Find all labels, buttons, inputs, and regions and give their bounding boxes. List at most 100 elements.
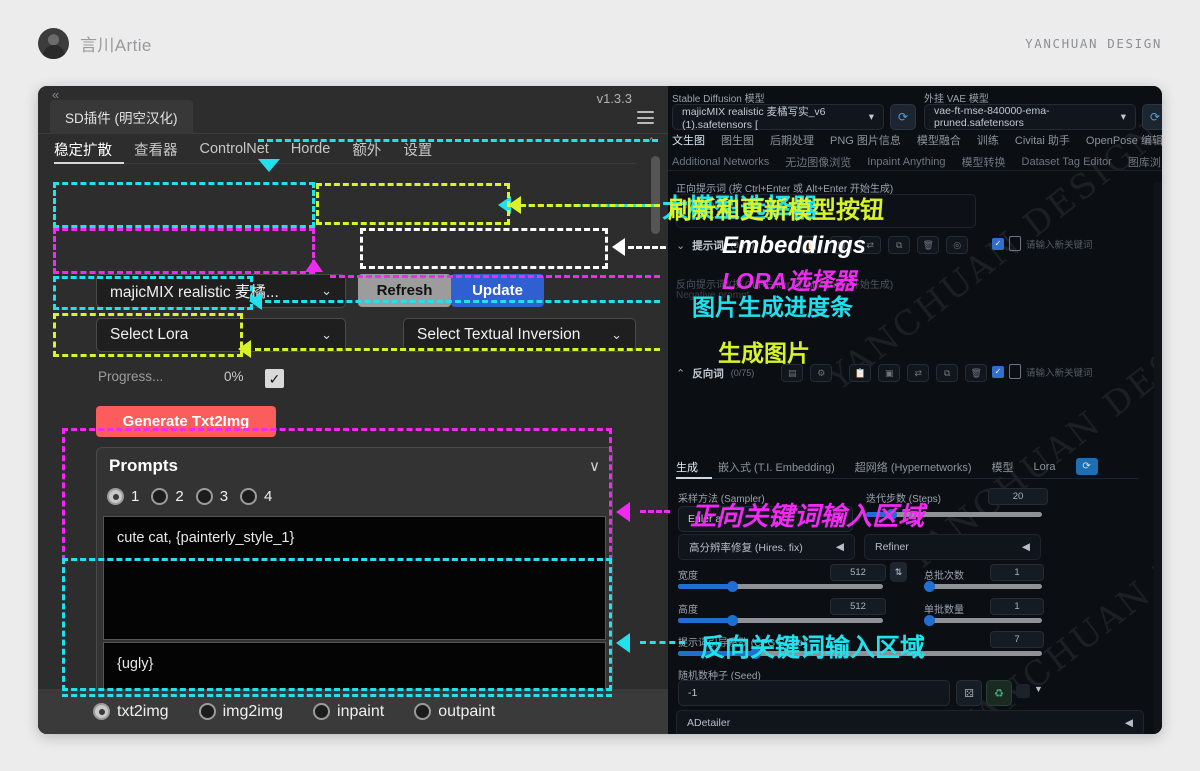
copy-icon[interactable]: ⧉ — [936, 364, 958, 382]
model-select[interactable]: majicMIX realistic 麦橘... ⌄ — [96, 274, 346, 308]
tab-img2img[interactable]: 图生图 — [721, 132, 754, 148]
chevron-left-icon: ◀ — [836, 541, 844, 553]
keyword-input-negative[interactable]: 请输入新关键词 — [1026, 365, 1093, 379]
recycle-icon[interactable]: ♻ — [986, 680, 1012, 706]
tab-civitai-helper[interactable]: Civitai 助手 — [1015, 132, 1070, 148]
keyword-checkbox[interactable]: ✓ — [992, 366, 1004, 378]
cfg-value[interactable]: 7 — [990, 631, 1044, 648]
positive-prompt-textarea[interactable]: cute cat, {painterly_style_1} — [103, 516, 606, 640]
prompt-slot-3[interactable]: 3 — [196, 488, 228, 505]
height-slider[interactable] — [678, 618, 883, 623]
tab-model-converter[interactable]: 模型转换 — [962, 154, 1006, 170]
progress-checkbox[interactable]: ✓ — [265, 369, 284, 388]
chatgpt-icon[interactable]: ◎ — [946, 236, 968, 254]
nav-item-settings[interactable]: 设置 — [403, 139, 432, 160]
mode-radio-img2img[interactable]: img2img — [199, 703, 283, 721]
steps-slider[interactable] — [866, 512, 1042, 517]
update-button[interactable]: Update — [451, 274, 544, 307]
tab-infinite-browsing[interactable]: 无边图像浏览 — [785, 154, 851, 170]
clipboard-icon[interactable]: 📋 — [801, 236, 823, 254]
panel-scrollbar[interactable] — [651, 156, 660, 234]
nav-item-horde[interactable]: Horde — [291, 141, 331, 157]
chevron-up-circle-icon[interactable]: ⌃ — [676, 367, 685, 380]
chevron-down-icon[interactable]: ▼ — [1034, 684, 1043, 694]
chevron-down-icon[interactable]: ∨ — [589, 457, 600, 475]
negative-prompt-input[interactable]: Negative prompt — [676, 290, 749, 301]
extra-seed-toggle[interactable] — [1016, 684, 1030, 698]
hamburger-icon[interactable] — [637, 111, 654, 124]
refresh-button[interactable]: Refresh — [358, 274, 451, 307]
mode-label: txt2img — [117, 703, 169, 721]
trash-icon[interactable]: 🗑 — [917, 236, 939, 254]
nav-item-extra[interactable]: 额外 — [352, 139, 381, 160]
arrow-icon[interactable]: ⇄ — [859, 236, 881, 254]
tab-txt2img[interactable]: 文生图 — [672, 132, 705, 148]
cfg-slider[interactable] — [678, 651, 1042, 656]
gen-tab-embeddings[interactable]: 嵌入式 (T.I. Embedding) — [718, 459, 835, 475]
vae-refresh-icon[interactable]: ⟳ — [1142, 104, 1162, 130]
refiner-accordion[interactable]: Refiner ◀ — [864, 534, 1041, 560]
nav-item-controlnet[interactable]: ControlNet — [200, 141, 269, 157]
batch-count-value[interactable]: 1 — [990, 564, 1044, 581]
gen-tab-hypernetworks[interactable]: 超网络 (Hypernetworks) — [855, 459, 972, 475]
width-value[interactable]: 512 — [830, 564, 886, 581]
copy-icon[interactable]: ⧉ — [888, 236, 910, 254]
height-value[interactable]: 512 — [830, 598, 886, 615]
vae-select[interactable]: vae-ft-mse-840000-ema-pruned.safetensors… — [924, 104, 1136, 130]
textual-inversion-select[interactable]: Select Textual Inversion ⌄ — [403, 318, 636, 352]
generate-txt2img-button[interactable]: Generate Txt2Img — [96, 406, 276, 437]
prompt-slot-4[interactable]: 4 — [240, 488, 272, 505]
clipboard-icon[interactable]: 📋 — [849, 364, 871, 382]
mode-radio-outpaint[interactable]: outpaint — [414, 703, 495, 721]
tab-openpose-editor[interactable]: OpenPose 编辑 — [1086, 132, 1162, 148]
list-icon[interactable]: ▤ — [781, 364, 803, 382]
keyword-box-icon[interactable] — [1009, 364, 1021, 379]
gen-tab-generate[interactable]: 生成 — [676, 459, 698, 475]
hires-fix-accordion[interactable]: 高分辨率修复 (Hires. fix) ◀ — [678, 534, 855, 560]
trash-icon[interactable]: 🗑 — [965, 364, 987, 382]
arrow-icon[interactable]: ⇄ — [907, 364, 929, 382]
lora-select[interactable]: Select Lora ⌄ — [96, 318, 346, 352]
gen-tab-checkpoints[interactable]: 模型 — [992, 459, 1014, 475]
swap-icon[interactable]: ⇅ — [890, 562, 907, 582]
prompt-slot-2[interactable]: 2 — [151, 488, 183, 505]
prompt-slot-1[interactable]: 1 — [107, 488, 139, 505]
batch-size-slider[interactable] — [924, 618, 1042, 623]
tab-extras[interactable]: 后期处理 — [770, 132, 814, 148]
brand-name: 言川Artie — [80, 31, 152, 56]
tab-dataset-tag-editor[interactable]: Dataset Tag Editor — [1022, 156, 1112, 168]
adetailer-accordion[interactable]: ADetailer ◀ — [676, 710, 1144, 734]
sampler-select[interactable]: Euler a ▾ — [678, 506, 853, 532]
save-style-icon[interactable]: ▣ — [878, 364, 900, 382]
nav-item-stable-diffusion[interactable]: 稳定扩散 — [54, 139, 112, 160]
plugin-tab-title[interactable]: SD插件 (明空汉化) — [50, 100, 193, 134]
tab-checkpoint-merger[interactable]: 模型融合 — [917, 132, 961, 148]
keyword-input-positive[interactable]: 请输入新关键词 — [1026, 237, 1093, 251]
chevron-down-circle-icon[interactable]: ⌄ — [676, 239, 685, 252]
width-slider[interactable] — [678, 584, 883, 589]
chevron-up-icon[interactable]: ^ — [649, 136, 654, 148]
batch-size-value[interactable]: 1 — [990, 598, 1044, 615]
keyword-checkbox[interactable]: ✓ — [992, 238, 1004, 250]
brand: 言川Artie — [38, 28, 152, 59]
tab-png-info[interactable]: PNG 图片信息 — [830, 132, 901, 148]
gen-tab-lora[interactable]: Lora — [1034, 461, 1056, 473]
refresh-icon[interactable]: ⟳ — [1076, 458, 1098, 475]
gear-icon[interactable]: ⚙ — [810, 364, 832, 382]
save-style-icon[interactable]: ▣ — [830, 236, 852, 254]
sd-model-select[interactable]: majicMIX realistic 麦橘写实_v6 (1).safetenso… — [672, 104, 884, 130]
dice-icon[interactable]: ⚄ — [956, 680, 982, 706]
keyword-box-icon[interactable] — [1009, 236, 1021, 251]
seed-input[interactable]: -1 — [678, 680, 950, 706]
steps-value[interactable]: 20 — [988, 488, 1048, 505]
mode-radio-txt2img[interactable]: txt2img — [93, 703, 169, 721]
tab-image-browser[interactable]: 图库浏览器 — [1128, 154, 1162, 170]
mode-radio-inpaint[interactable]: inpaint — [313, 703, 384, 721]
tab-additional-networks[interactable]: Additional Networks — [672, 156, 769, 168]
batch-count-slider[interactable] — [924, 584, 1042, 589]
positive-prompt-input[interactable]: Prompt — [676, 194, 976, 228]
sd-model-refresh-icon[interactable]: ⟳ — [890, 104, 916, 130]
nav-item-viewer[interactable]: 查看器 — [134, 139, 178, 160]
tab-inpaint-anything[interactable]: Inpaint Anything — [867, 156, 945, 168]
tab-train[interactable]: 训练 — [977, 132, 999, 148]
